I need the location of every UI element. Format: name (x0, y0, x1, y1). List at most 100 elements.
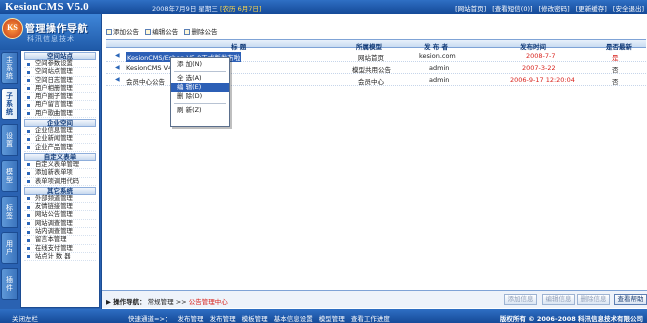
menu-item[interactable]: 企业新闻管理 (24, 135, 96, 144)
ctx-add[interactable]: 添 加(N) (171, 60, 229, 69)
add-info-button[interactable]: 添加信息 (504, 294, 537, 305)
quick-link[interactable]: 查看工作进度 (351, 315, 390, 323)
row-model: 模型共用公告 (352, 66, 391, 74)
link-change-password[interactable]: [修改密码] (539, 5, 570, 13)
quick-link[interactable]: 模板管理 (242, 315, 268, 323)
menu-item[interactable]: 添加新表单项 (24, 169, 96, 178)
menu-item[interactable]: 空间日志管理 (24, 77, 96, 85)
row-title[interactable]: KesionCMS V4 (126, 64, 172, 72)
row-latest: 是 (612, 54, 619, 62)
row-author: admin (429, 64, 450, 72)
menu-item[interactable]: 外部频道管理 (24, 195, 96, 204)
tab-sub-system[interactable]: 子系统 (1, 88, 18, 120)
lunar-date[interactable]: [农历 6月7日] (220, 5, 261, 13)
link-messages[interactable]: [查看短信(0)] (492, 5, 532, 13)
delete-icon (184, 29, 191, 35)
menu-item[interactable]: 企业产品管理 (24, 144, 96, 152)
top-header: KesionCMS V5.0 2008年7月9日 星期三 [农历 6月7日] [… (0, 0, 647, 14)
tab-settings[interactable]: 设置 (1, 124, 18, 156)
ctx-select-all[interactable]: 全 选(A) (171, 74, 229, 83)
close-left-panel-button[interactable]: 关闭左栏 (12, 313, 38, 323)
add-notice-button[interactable]: 添加公告 (106, 26, 139, 36)
edit-info-button[interactable]: 编辑信息 (542, 294, 575, 305)
speaker-icon: ◀ (115, 76, 120, 83)
row-latest: 否 (612, 66, 619, 74)
breadcrumb-label: 操作导航： (113, 298, 146, 306)
logo-badge-icon: KS (2, 18, 23, 39)
quick-link[interactable]: 模型管理 (319, 315, 345, 323)
toolbar: 添加公告 编辑公告 删除公告 (106, 26, 221, 36)
ctx-refresh[interactable]: 刷 新(Z) (171, 106, 229, 115)
menu-section-enterprise: 企业空间 企业信息管理 企业新闻管理 企业产品管理 (24, 119, 96, 152)
link-refresh-cache[interactable]: [更新缓存] (576, 5, 607, 13)
link-site-home[interactable]: [网站首页] (455, 5, 486, 13)
edit-notice-button[interactable]: 编辑公告 (145, 26, 178, 36)
tab-labels[interactable]: 标签 (1, 196, 18, 228)
row-author: admin (429, 76, 450, 84)
menu-item[interactable]: 在线支付管理 (24, 245, 96, 253)
speaker-icon: ◀ (115, 64, 120, 71)
row-time: 2007-3-22 (522, 64, 556, 72)
sidebar-menu: 空间站点 空间参数设置 空间站点管理 空间日志管理 用户相册管理 用户圈子管理 … (20, 50, 100, 308)
add-icon (106, 29, 112, 35)
edit-icon (145, 29, 152, 35)
help-button[interactable]: 查看帮助 (614, 294, 647, 305)
app-title: KesionCMS V5.0 (5, 1, 89, 13)
tab-models[interactable]: 模型 (1, 160, 18, 192)
status-bar: ▶ 操作导航： 常规管理 >> 公告管理中心 添加信息 编辑信息 删除信息 查看… (102, 290, 647, 308)
menu-item[interactable]: 站点计 数 器 (24, 253, 96, 262)
menu-section-space: 空间站点 空间参数设置 空间站点管理 空间日志管理 用户相册管理 用户圈子管理 … (24, 52, 96, 119)
tab-plugins[interactable]: 插件 (1, 268, 18, 300)
quick-label: 快速通道=>： (128, 315, 172, 323)
breadcrumb-current: 公告管理中心 (188, 298, 228, 306)
menu-item[interactable]: 网站调查管理 (24, 220, 96, 229)
ctx-delete[interactable]: 删 除(D) (171, 92, 229, 101)
speaker-icon: ◀ (115, 52, 120, 59)
section-title: 其它系统 (24, 186, 96, 195)
breadcrumb: ▶ 操作导航： 常规管理 >> 公告管理中心 (106, 296, 228, 306)
ctx-edit[interactable]: 编 辑(E) (171, 83, 229, 92)
breadcrumb-icon: ▶ (106, 298, 111, 306)
menu-section-other: 其它系统 外部频道管理 友情链接管理 网站公告管理 网站调查管理 站内调查管理 … (24, 186, 96, 262)
footer: 关闭左栏 快速通道=>： 发布管理 发布管理 模板管理 基本信息设置 模型管理 … (0, 309, 647, 323)
menu-section-forms: 自定义表单 自定义表单管理 添加新表单项 表单项调用代码 (24, 152, 96, 186)
vertical-tabs: 主系统 子系统 设置 模型 标签 用户 插件 (1, 52, 19, 304)
nav-banner-subtitle: 科汛信息技术 (27, 35, 75, 43)
section-title: 自定义表单 (24, 152, 96, 161)
row-time: 2006-9-17 12:20:04 (510, 76, 575, 84)
left-panel: KS 管理操作导航 科汛信息技术 主系统 子系统 设置 模型 标签 用户 插件 … (0, 14, 101, 309)
nav-banner-title: 管理操作导航 (25, 24, 88, 35)
menu-item[interactable]: 留言本管理 (24, 236, 96, 245)
menu-item[interactable]: 用户歌曲管理 (24, 110, 96, 119)
row-title[interactable]: 会员中心公告 (126, 76, 165, 86)
date-display: 2008年7月9日 星期三 [农历 6月7日] (152, 3, 261, 13)
row-model: 网站首页 (358, 54, 384, 62)
menu-item[interactable]: 用户相册管理 (24, 85, 96, 94)
quick-link[interactable]: 发布管理 (177, 315, 203, 323)
header-links: [网站首页] [查看短信(0)] [修改密码] [更新缓存] [安全退出] (451, 3, 644, 13)
menu-item[interactable]: 网站公告管理 (24, 211, 96, 220)
copyright: 版权所有 © 2006-2008 科汛信息技术有限公司 (499, 315, 643, 323)
breadcrumb-path[interactable]: 常规管理 >> (148, 298, 189, 306)
row-time: 2008-7-7 (526, 52, 556, 60)
link-logout[interactable]: [安全退出] (613, 5, 644, 13)
quick-link[interactable]: 发布管理 (210, 315, 236, 323)
current-date: 2008年7月9日 星期三 (152, 5, 218, 13)
table-header: 标 题 所属模型 发 布 者 发布时间 是否最新 (106, 39, 646, 51)
menu-item[interactable]: 表单项调用代码 (24, 178, 96, 186)
delete-info-button[interactable]: 删除信息 (577, 294, 610, 305)
delete-notice-button[interactable]: 删除公告 (184, 26, 217, 36)
section-title: 空间站点 (24, 52, 96, 60)
section-title: 企业空间 (24, 119, 96, 128)
menu-item[interactable]: 空间站点管理 (24, 68, 96, 77)
quick-link[interactable]: 基本信息设置 (274, 315, 313, 323)
tab-users[interactable]: 用户 (1, 232, 18, 264)
row-model: 会员中心 (358, 78, 384, 86)
ctx-separator (174, 103, 226, 104)
tab-main-system[interactable]: 主系统 (1, 52, 18, 84)
menu-item[interactable]: 用户留言管理 (24, 101, 96, 110)
ctx-separator (174, 71, 226, 72)
row-author: kesion.com (419, 52, 456, 60)
nav-banner: KS 管理操作导航 科汛信息技术 (0, 14, 101, 50)
context-menu: 添 加(N) 全 选(A) 编 辑(E) 删 除(D) 刷 新(Z) (170, 57, 230, 127)
